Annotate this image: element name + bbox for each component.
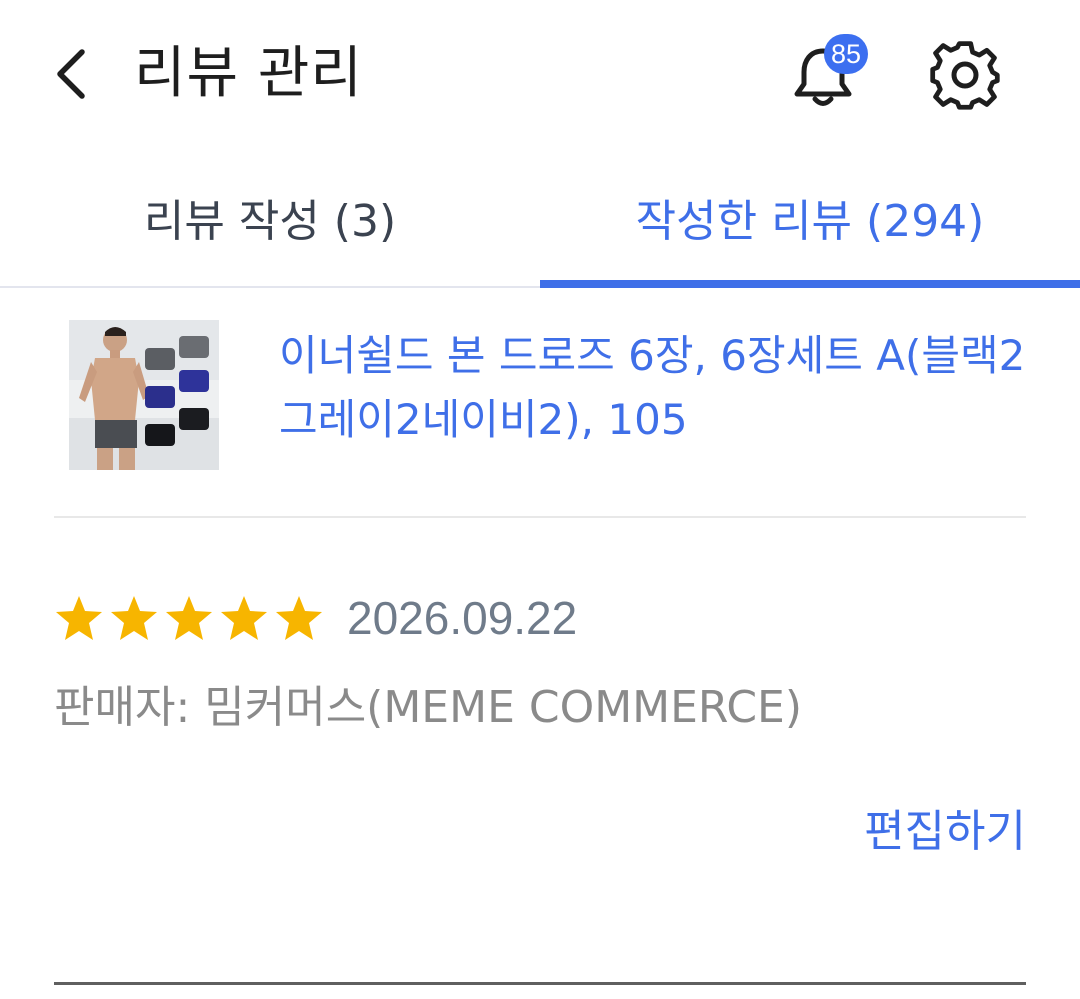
star-icon bbox=[111, 596, 157, 640]
app-header: 리뷰 관리 85 bbox=[0, 0, 1080, 150]
product-image bbox=[69, 320, 219, 470]
tab-written-reviews[interactable]: 작성한 리뷰 (294) bbox=[540, 150, 1080, 284]
star-icon bbox=[56, 596, 102, 640]
notifications-button[interactable]: 85 bbox=[784, 32, 868, 114]
rating-row: 2026.09.22 bbox=[54, 586, 577, 650]
edit-review-button[interactable]: 편집하기 bbox=[864, 800, 1026, 864]
tab-write-review[interactable]: 리뷰 작성 (3) bbox=[0, 150, 540, 284]
settings-button[interactable] bbox=[922, 32, 1008, 118]
review-date: 2026.09.22 bbox=[347, 592, 578, 644]
product-row: 이너쉴드 본 드로즈 6장, 6장세트 A(블랙2그레이2네이비2), 105 bbox=[54, 288, 1026, 518]
gear-icon bbox=[930, 41, 1000, 110]
active-tab-indicator bbox=[540, 280, 1080, 288]
seller-name: 판매자: 밈커머스(MEME COMMERCE) bbox=[54, 682, 803, 733]
review-tabs: 리뷰 작성 (3) 작성한 리뷰 (294) bbox=[0, 150, 1080, 288]
star-icon bbox=[276, 596, 322, 640]
star-icon bbox=[221, 596, 267, 640]
product-name-link[interactable]: 이너쉴드 본 드로즈 6장, 6장세트 A(블랙2그레이2네이비2), 105 bbox=[279, 324, 1029, 452]
star-icon bbox=[166, 596, 212, 640]
star-rating bbox=[54, 594, 329, 642]
product-thumbnail[interactable] bbox=[69, 320, 219, 470]
section-divider bbox=[54, 982, 1026, 985]
back-arrow-icon bbox=[57, 49, 85, 99]
notification-count-badge: 85 bbox=[824, 34, 868, 74]
back-button[interactable] bbox=[40, 36, 100, 112]
page-title: 리뷰 관리 bbox=[134, 41, 363, 106]
